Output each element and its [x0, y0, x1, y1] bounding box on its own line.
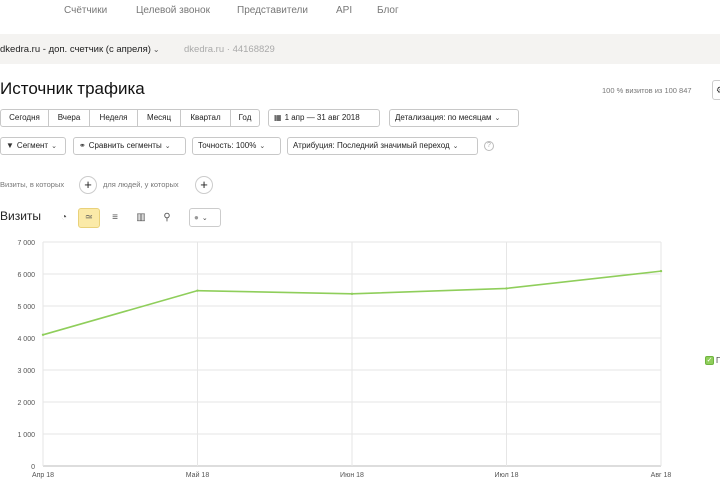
nav-api[interactable]: API — [336, 5, 352, 16]
period-yesterday[interactable]: Вчера — [48, 109, 90, 127]
line-chart-icon[interactable]: ≃ — [78, 208, 100, 228]
speech-bubble-icon: ● — [194, 213, 199, 222]
help-icon[interactable]: ? — [484, 141, 494, 151]
visits-filter-label: Визиты, в которых — [0, 180, 65, 189]
chevron-down-icon: ⌄ — [259, 143, 266, 150]
y-tick-label: 4 000 — [17, 336, 35, 343]
x-tick-label: Июн 18 — [340, 472, 364, 479]
chevron-down-icon: ⌄ — [152, 45, 160, 54]
nav-representatives[interactable]: Представители — [237, 5, 308, 16]
gear-icon: ⚙ — [716, 85, 720, 95]
period-year[interactable]: Год — [230, 109, 260, 127]
data-point[interactable] — [350, 292, 354, 296]
y-tick-label: 7 000 — [17, 240, 35, 247]
detail-label: Детализация: по месяцам — [395, 113, 492, 122]
x-tick-label: Апр 18 — [32, 472, 54, 479]
y-tick-label: 6 000 — [17, 272, 35, 279]
chevron-down-icon: ⌄ — [201, 215, 208, 222]
counter-selector[interactable]: dkedra.ru - доп. счетчик (с апреля) ⌄ — [0, 44, 160, 55]
chevron-down-icon: ⌄ — [494, 115, 501, 122]
period-month[interactable]: Месяц — [137, 109, 181, 127]
detail-button[interactable]: Детализация: по месяцам ⌄ — [389, 109, 519, 127]
y-tick-label: 3 000 — [17, 368, 35, 375]
counter-site-id: dkedra.ru · 44168829 — [184, 44, 275, 55]
data-point[interactable] — [659, 269, 663, 273]
add-people-filter-button[interactable]: + — [195, 176, 213, 194]
chevron-down-icon: ⌄ — [164, 143, 171, 150]
y-tick-label: 2 000 — [17, 400, 35, 407]
period-today[interactable]: Сегодня — [0, 109, 49, 127]
chevron-down-icon: ⌄ — [452, 143, 459, 150]
date-range-label: 1 апр — 31 авг 2018 — [284, 113, 360, 122]
nav-blog[interactable]: Блог — [377, 5, 399, 16]
date-range-button[interactable]: ▦ 1 апр — 31 авг 2018 — [268, 109, 380, 127]
nav-counters[interactable]: Счётчики — [64, 5, 107, 16]
y-tick-label: 5 000 — [17, 304, 35, 311]
period-week[interactable]: Неделя — [89, 109, 138, 127]
x-tick-label: Авг 18 — [651, 472, 672, 479]
attribution-label: Атрибуция: Последний значимый переход — [293, 141, 450, 150]
data-point[interactable] — [41, 333, 45, 336]
sample-info: 100 % визитов из 100 847 — [602, 86, 692, 95]
legend-checkbox[interactable]: ✓ — [705, 356, 714, 365]
y-tick-label: 1 000 — [17, 432, 35, 439]
bar-chart-icon[interactable]: ▥ — [130, 208, 152, 228]
chevron-down-icon: ⌄ — [51, 143, 57, 150]
sample-settings-button[interactable]: ⚙ — [712, 80, 720, 100]
map-pin-icon[interactable]: ⚲ — [156, 208, 178, 228]
x-tick-label: Июл 18 — [495, 472, 519, 479]
legend-label: П — [716, 356, 720, 365]
add-visit-filter-button[interactable]: + — [79, 176, 97, 194]
compare-segments-button[interactable]: ⚭ Сравнить сегменты ⌄ — [73, 137, 186, 155]
compare-icon: ⚭ — [79, 141, 86, 150]
x-tick-label: Май 18 — [186, 471, 210, 479]
attribution-button[interactable]: Атрибуция: Последний значимый переход ⌄ — [287, 137, 478, 155]
top-nav: Счётчики Целевой звонок Представители AP… — [0, 0, 720, 26]
counter-bar: dkedra.ru - доп. счетчик (с апреля) ⌄ dke… — [0, 34, 720, 64]
accuracy-label: Точность: 100% — [198, 141, 257, 150]
visits-line-chart: 7 000 6 000 5 000 4 000 3 000 2 000 1 000 0Апр … — [17, 240, 672, 479]
stacked-area-icon[interactable]: ≡ — [104, 208, 126, 228]
data-point[interactable] — [196, 289, 199, 292]
counter-name: dkedra.ru - доп. счетчик (с апреля) — [0, 44, 151, 55]
calendar-icon: ▦ — [274, 113, 282, 122]
accuracy-button[interactable]: Точность: 100% ⌄ — [192, 137, 281, 155]
period-quarter[interactable]: Квартал — [180, 109, 231, 127]
people-filter-label: для людей, у которых — [103, 180, 179, 189]
compare-label: Сравнить сегменты — [88, 141, 162, 150]
comments-button[interactable]: ● ⌄ — [189, 208, 221, 227]
pie-chart-icon[interactable]: ◔ — [53, 208, 75, 228]
y-tick-label: 0 — [31, 464, 35, 471]
segment-label: Сегмент — [16, 141, 49, 150]
data-point[interactable] — [505, 287, 508, 290]
nav-target-call[interactable]: Целевой звонок — [136, 5, 210, 16]
filter-icon: ▼ — [6, 141, 14, 150]
segment-button[interactable]: ▼ Сегмент ⌄ — [0, 137, 66, 155]
chart-title: Визиты — [0, 209, 42, 223]
page-title: Источник трафика — [0, 79, 145, 98]
